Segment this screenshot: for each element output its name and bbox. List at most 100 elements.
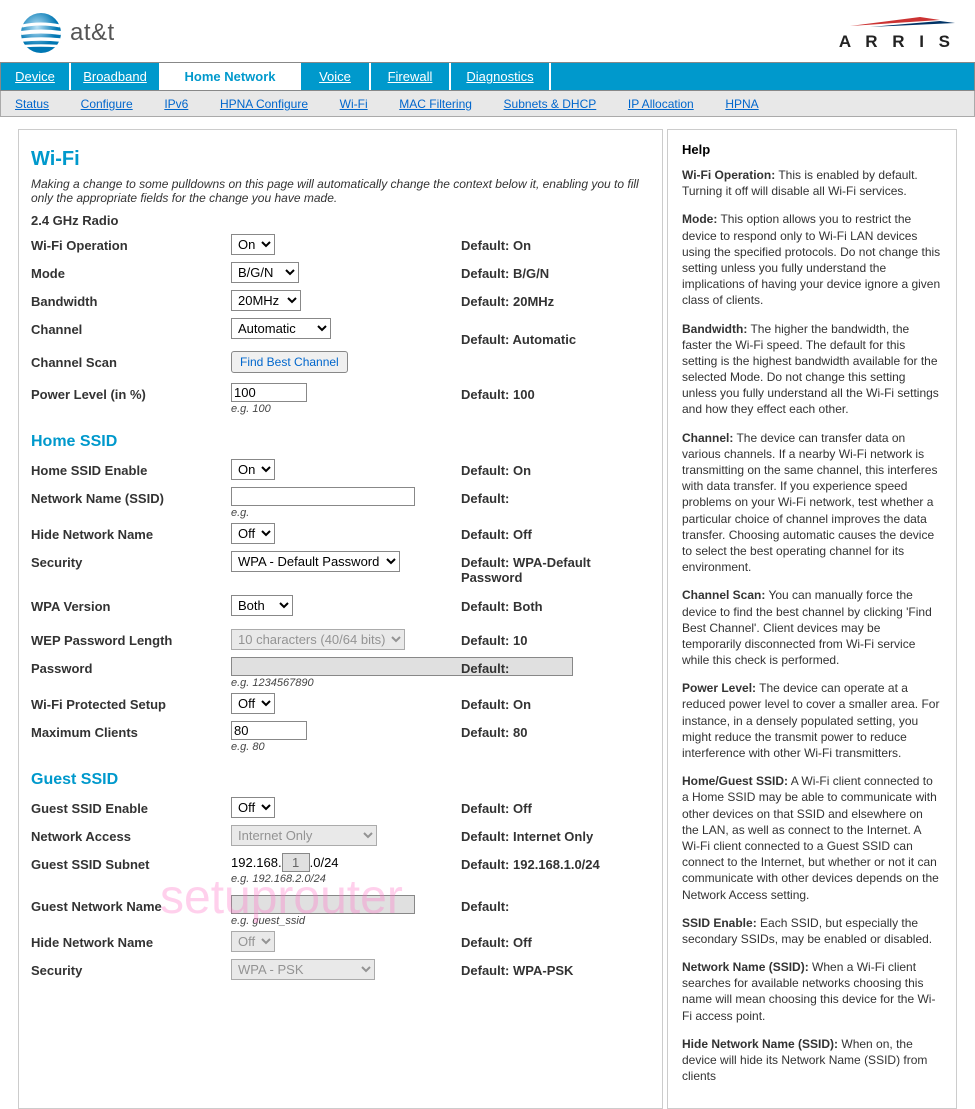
bandwidth-select[interactable]: 20MHz (231, 290, 301, 311)
guest-subnet-label: Guest SSID Subnet (31, 853, 231, 872)
arris-swoosh-icon (850, 15, 955, 29)
help-item: Home/Guest SSID: A Wi-Fi client connecte… (682, 773, 942, 903)
home-ssid-input[interactable] (231, 487, 415, 506)
power-label: Power Level (in %) (31, 383, 231, 402)
help-item: Channel: The device can transfer data on… (682, 430, 942, 576)
guest-ssid-heading: Guest SSID (31, 771, 650, 789)
subnav-subnets-dhcp[interactable]: Subnets & DHCP (504, 97, 597, 111)
home-security-label: Security (31, 551, 231, 570)
guest-access-label: Network Access (31, 825, 231, 844)
guest-subnet-prefix: 192.168. (231, 855, 282, 870)
subnav-ipv6[interactable]: IPv6 (164, 97, 188, 111)
main-panel: Wi-Fi Making a change to some pulldowns … (18, 129, 663, 1109)
home-wpaver-label: WPA Version (31, 595, 231, 614)
home-enable-select[interactable]: On (231, 459, 275, 480)
att-logo: at&t (20, 12, 115, 54)
bandwidth-default: Default: 20MHz (461, 290, 554, 309)
find-best-channel-button[interactable]: Find Best Channel (231, 351, 348, 373)
channel-default: Default: Automatic (461, 318, 576, 347)
subnav-hpna-configure[interactable]: HPNA Configure (220, 97, 308, 111)
att-globe-icon (20, 12, 62, 54)
home-weplen-select: 10 characters (40/64 bits) (231, 629, 405, 650)
bandwidth-label: Bandwidth (31, 290, 231, 309)
guest-subnet-default: Default: 192.168.1.0/24 (461, 853, 600, 872)
power-hint: e.g. 100 (231, 403, 461, 415)
power-default: Default: 100 (461, 383, 535, 402)
help-title: Help (682, 142, 942, 157)
channel-select[interactable]: Automatic (231, 318, 331, 339)
guest-security-default: Default: WPA-PSK (461, 959, 573, 978)
guest-enable-select[interactable]: Off (231, 797, 275, 818)
home-ssid-default: Default: (461, 487, 509, 506)
home-enable-label: Home SSID Enable (31, 459, 231, 478)
mode-default: Default: B/G/N (461, 262, 549, 281)
home-maxclients-default: Default: 80 (461, 721, 527, 740)
help-item: Power Level: The device can operate at a… (682, 680, 942, 761)
home-security-select[interactable]: WPA - Default Password (231, 551, 400, 572)
header: at&t A R R I S (0, 0, 975, 62)
nav-main: Device Broadband Home Network Voice Fire… (0, 62, 975, 91)
nav-broadband[interactable]: Broadband (71, 63, 161, 90)
home-maxclients-input[interactable] (231, 721, 307, 740)
nav-sub: Status Configure IPv6 HPNA Configure Wi-… (0, 91, 975, 117)
mode-select[interactable]: B/G/N (231, 262, 299, 283)
nav-diagnostics[interactable]: Diagnostics (451, 63, 551, 90)
home-password-label: Password (31, 657, 231, 676)
radio-section-label: 2.4 GHz Radio (31, 213, 650, 228)
subnav-configure[interactable]: Configure (81, 97, 133, 111)
home-ssid-hint: e.g. (231, 507, 461, 519)
arris-text: A R R I S (839, 32, 955, 52)
home-ssid-heading: Home SSID (31, 433, 650, 451)
page-intro: Making a change to some pulldowns on thi… (31, 177, 650, 205)
home-hide-label: Hide Network Name (31, 523, 231, 542)
guest-name-input (231, 895, 415, 914)
guest-name-default: Default: (461, 895, 509, 914)
wifi-op-default: Default: On (461, 234, 531, 253)
guest-subnet-hint: e.g. 192.168.2.0/24 (231, 873, 461, 885)
channel-label: Channel (31, 318, 231, 337)
help-item: SSID Enable: Each SSID, but especially t… (682, 915, 942, 947)
home-weplen-label: WEP Password Length (31, 629, 231, 648)
home-maxclients-label: Maximum Clients (31, 721, 231, 740)
nav-home-network[interactable]: Home Network (161, 63, 301, 90)
nav-device[interactable]: Device (1, 63, 71, 90)
home-hide-default: Default: Off (461, 523, 532, 542)
home-password-default: Default: (461, 657, 509, 676)
guest-hide-select: Off (231, 931, 275, 952)
guest-enable-default: Default: Off (461, 797, 532, 816)
home-maxclients-hint: e.g. 80 (231, 741, 461, 753)
wifi-op-select[interactable]: On (231, 234, 275, 255)
subnav-wifi[interactable]: Wi-Fi (340, 97, 368, 111)
help-item: Hide Network Name (SSID): When on, the d… (682, 1036, 942, 1085)
guest-enable-label: Guest SSID Enable (31, 797, 231, 816)
guest-name-hint: e.g. guest_ssid (231, 915, 461, 927)
home-wpaver-select[interactable]: Both (231, 595, 293, 616)
power-input[interactable] (231, 383, 307, 402)
guest-security-select: WPA - PSK (231, 959, 375, 980)
home-hide-select[interactable]: Off (231, 523, 275, 544)
subnav-status[interactable]: Status (15, 97, 49, 111)
subnav-hpna[interactable]: HPNA (725, 97, 758, 111)
home-wps-select[interactable]: Off (231, 693, 275, 714)
home-enable-default: Default: On (461, 459, 531, 478)
help-item: Bandwidth: The higher the bandwidth, the… (682, 321, 942, 418)
home-password-hint: e.g. 1234567890 (231, 677, 611, 689)
arris-logo: A R R I S (839, 15, 955, 52)
guest-name-label: Guest Network Name (31, 895, 231, 914)
scan-label: Channel Scan (31, 351, 231, 370)
nav-voice[interactable]: Voice (301, 63, 371, 90)
guest-access-select: Internet Only (231, 825, 377, 846)
nav-firewall[interactable]: Firewall (371, 63, 451, 90)
subnav-ip-allocation[interactable]: IP Allocation (628, 97, 694, 111)
help-item: Mode: This option allows you to restrict… (682, 211, 942, 308)
home-wps-label: Wi-Fi Protected Setup (31, 693, 231, 712)
guest-subnet-suffix: .0/24 (310, 855, 339, 870)
help-item: Channel Scan: You can manually force the… (682, 587, 942, 668)
help-panel: Help Wi-Fi Operation: This is enabled by… (667, 129, 957, 1109)
guest-security-label: Security (31, 959, 231, 978)
guest-subnet-octet-input (282, 853, 310, 872)
att-text: at&t (70, 19, 115, 47)
home-password-input (231, 657, 573, 676)
subnav-mac-filtering[interactable]: MAC Filtering (399, 97, 472, 111)
guest-access-default: Default: Internet Only (461, 825, 593, 844)
